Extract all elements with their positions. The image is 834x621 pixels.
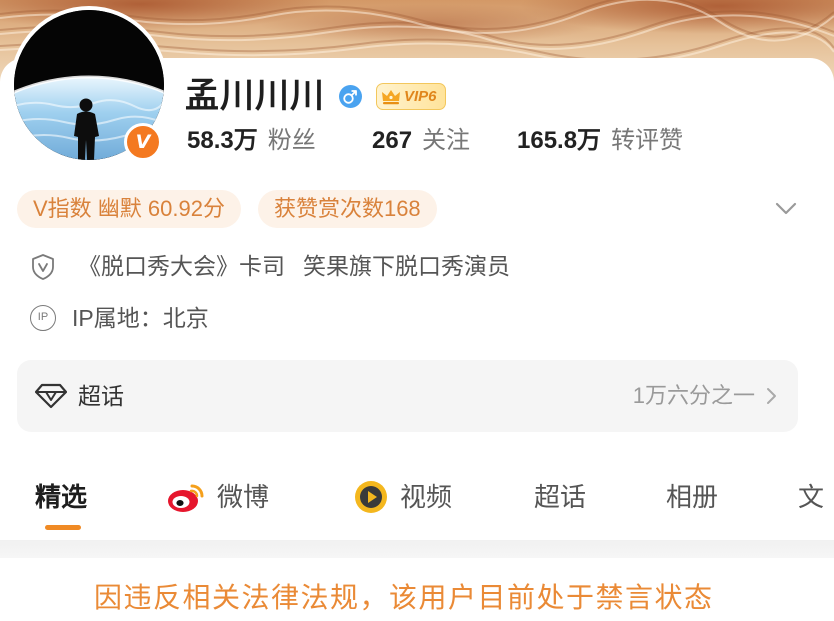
tab-supertopic[interactable]: 超话 bbox=[534, 477, 586, 517]
section-divider bbox=[0, 540, 834, 558]
profile-page: V 孟川川川 VIP6 58.3万 粉丝 267 关注 165.8万 转评赞 V指数 … bbox=[0, 0, 834, 621]
stat-engagement[interactable]: 165.8万 转评赞 bbox=[517, 126, 683, 156]
bio-company: 笑果旗下脱口秀演员 bbox=[303, 253, 510, 279]
diamond-icon bbox=[35, 383, 67, 409]
stat-value: 165.8万 bbox=[517, 127, 602, 154]
tab-featured[interactable]: 精选 bbox=[35, 477, 87, 517]
vip-badge[interactable]: VIP6 bbox=[376, 83, 446, 110]
stat-label: 关注 bbox=[422, 127, 471, 154]
bio-line: 《脱口秀大会》卡司 笑果旗下脱口秀演员 bbox=[78, 250, 510, 282]
bio-role: 《脱口秀大会》卡司 bbox=[78, 253, 285, 279]
profile-tags: V指数 幽默 60.92分 获赞赏次数168 bbox=[17, 190, 437, 228]
male-icon bbox=[339, 85, 362, 108]
stat-fans[interactable]: 58.3万 粉丝 bbox=[187, 126, 316, 156]
crown-icon bbox=[382, 89, 400, 104]
tab-article[interactable]: 文 bbox=[798, 477, 824, 517]
supertopic-entry[interactable]: 超话 1万六分之一 bbox=[17, 360, 798, 432]
ban-notice: 因违反相关法律法规，该用户目前处于禁言状态 bbox=[94, 582, 714, 613]
chevron-down-icon[interactable] bbox=[775, 201, 797, 215]
supertopic-label: 超话 bbox=[78, 383, 124, 409]
ip-icon: IP bbox=[30, 305, 56, 331]
tag-tip-count[interactable]: 获赞赏次数168 bbox=[257, 190, 437, 228]
vip-label: VIP6 bbox=[404, 88, 437, 105]
tab-video[interactable]: 视频 bbox=[400, 477, 452, 517]
verified-badge-icon: V bbox=[124, 123, 162, 161]
tab-weibo[interactable]: 微博 bbox=[217, 477, 269, 517]
stat-value: 267 bbox=[372, 127, 413, 154]
stat-label: 转评赞 bbox=[611, 127, 684, 154]
active-tab-indicator bbox=[45, 525, 81, 530]
tag-v-index[interactable]: V指数 幽默 60.92分 bbox=[17, 190, 241, 228]
supertopic-rank: 1万六分之一 bbox=[632, 383, 755, 408]
tab-album[interactable]: 相册 bbox=[666, 477, 718, 517]
profile-name: 孟川川川 bbox=[185, 77, 325, 115]
shield-v-icon bbox=[31, 253, 55, 281]
stat-label: 粉丝 bbox=[267, 127, 316, 154]
weibo-logo-icon bbox=[166, 480, 206, 514]
stat-value: 58.3万 bbox=[187, 127, 258, 154]
chevron-right-icon bbox=[766, 387, 778, 405]
ip-location: IP属地：北京 bbox=[72, 305, 209, 331]
stat-following[interactable]: 267 关注 bbox=[372, 126, 470, 156]
video-icon bbox=[353, 479, 389, 515]
